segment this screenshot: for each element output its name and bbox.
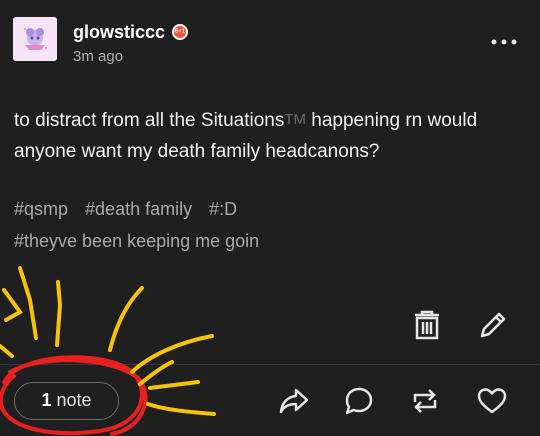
note-count: 1 bbox=[41, 390, 52, 410]
tag-theyve-been-keeping-me-goin[interactable]: #theyve been keeping me goin bbox=[14, 225, 259, 257]
edit-button[interactable] bbox=[475, 307, 511, 343]
pencil-icon bbox=[480, 312, 506, 338]
share-button[interactable] bbox=[276, 383, 312, 419]
reply-button[interactable] bbox=[341, 383, 377, 419]
post-body: to distract from all the SituationsTM ha… bbox=[14, 104, 529, 167]
tag-colon-d[interactable]: #:D bbox=[209, 193, 237, 225]
avatar[interactable] bbox=[13, 17, 57, 61]
post-body-text: to distract from all the Situations bbox=[14, 110, 285, 131]
post-timestamp: 3m ago bbox=[73, 48, 124, 65]
delete-button[interactable] bbox=[409, 307, 445, 343]
member-badge[interactable]: 6+1 bbox=[172, 24, 188, 40]
tag-qsmp[interactable]: #qsmp bbox=[14, 193, 68, 225]
footer-divider bbox=[0, 364, 540, 365]
tag-list: #qsmp #death family #:D #theyve been keepi… bbox=[14, 193, 529, 257]
trash-icon bbox=[415, 310, 439, 340]
speech-bubble-icon bbox=[345, 387, 373, 415]
reblog-icon bbox=[413, 389, 437, 413]
avatar-image bbox=[13, 17, 57, 61]
heart-icon bbox=[477, 388, 507, 414]
username[interactable]: glowsticcc bbox=[73, 22, 165, 43]
like-button[interactable] bbox=[474, 383, 510, 419]
tag-death-family[interactable]: #death family bbox=[85, 193, 192, 225]
more-options-button[interactable] bbox=[488, 28, 520, 56]
reblog-button[interactable] bbox=[407, 383, 443, 419]
notes-button[interactable]: 1 note bbox=[14, 382, 119, 420]
trademark-mark: TM bbox=[284, 111, 307, 128]
more-dots-icon bbox=[491, 39, 517, 45]
note-label: note bbox=[51, 390, 92, 410]
share-arrow-icon bbox=[279, 388, 309, 414]
